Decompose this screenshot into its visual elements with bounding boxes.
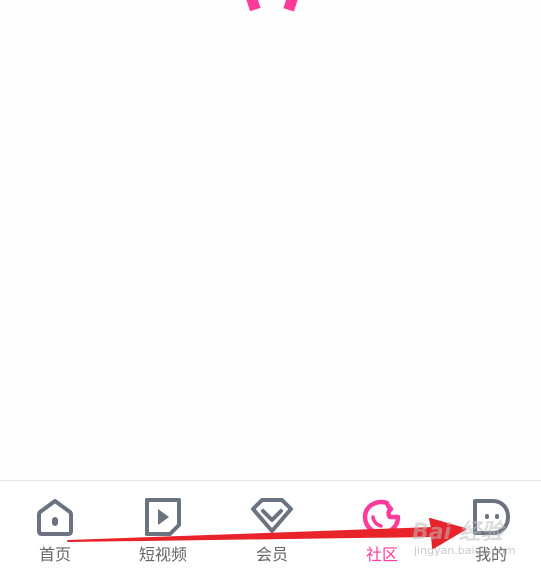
nav-item-profile[interactable]: 我的 [441, 495, 541, 575]
nav-label-profile: 我的 [474, 545, 507, 564]
nav-label-vip: 会员 [255, 545, 288, 564]
community-icon [362, 499, 401, 536]
app-screen: 首页 短视频 会员 社区 我的 Bai 经验 jingyan.baidu.com [0, 0, 541, 580]
nav-item-vip[interactable]: 会员 [222, 495, 322, 575]
home-icon [37, 499, 73, 536]
nav-item-home[interactable]: 首页 [5, 495, 105, 575]
nav-item-short-video[interactable]: 短视频 [113, 495, 213, 575]
community-content-area [0, 0, 541, 480]
bottom-navigation-bar: 首页 短视频 会员 社区 我的 [0, 480, 541, 580]
nav-label-community: 社区 [365, 545, 398, 564]
nav-item-community[interactable]: 社区 [332, 495, 432, 575]
nav-label-home: 首页 [38, 545, 71, 564]
profile-face-icon [473, 499, 510, 535]
loading-spinner-icon [246, 0, 298, 12]
play-video-icon [145, 498, 181, 536]
diamond-icon [251, 498, 293, 533]
nav-label-short-video: 短视频 [138, 545, 187, 564]
